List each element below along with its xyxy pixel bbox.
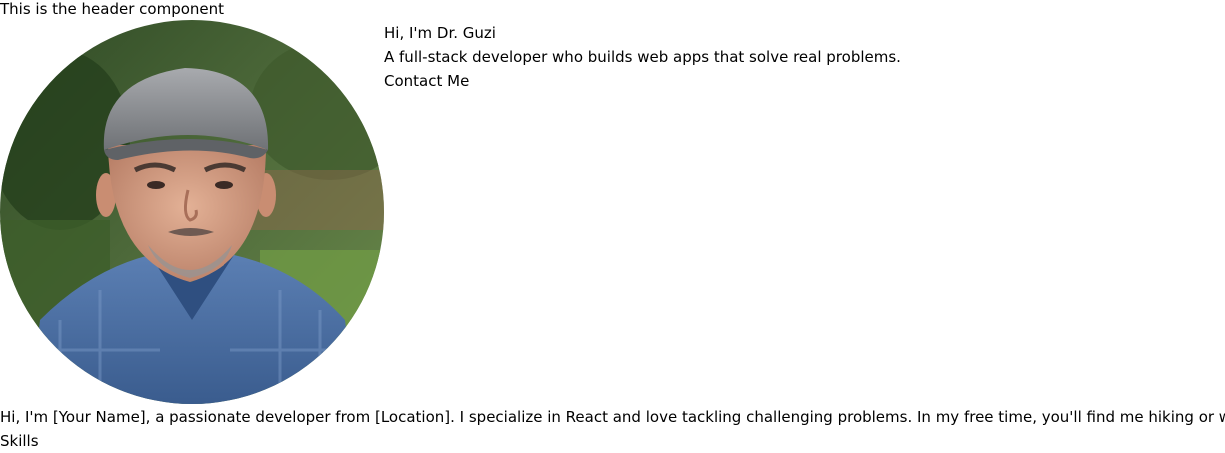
hero-tagline: A full-stack developer who builds web ap… bbox=[384, 48, 901, 66]
about-text: Hi, I'm [Your Name], a passionate develo… bbox=[0, 408, 1225, 426]
header-component-note: This is the header component bbox=[0, 0, 225, 18]
contact-me-link[interactable]: Contact Me bbox=[384, 69, 901, 93]
avatar bbox=[0, 20, 384, 404]
profile-photo bbox=[0, 20, 384, 404]
hero-intro: Hi, I'm Dr. Guzi A full-stack developer … bbox=[384, 21, 901, 93]
hero-greeting: Hi, I'm Dr. Guzi bbox=[384, 24, 496, 42]
skills-heading: Skills bbox=[0, 432, 39, 450]
